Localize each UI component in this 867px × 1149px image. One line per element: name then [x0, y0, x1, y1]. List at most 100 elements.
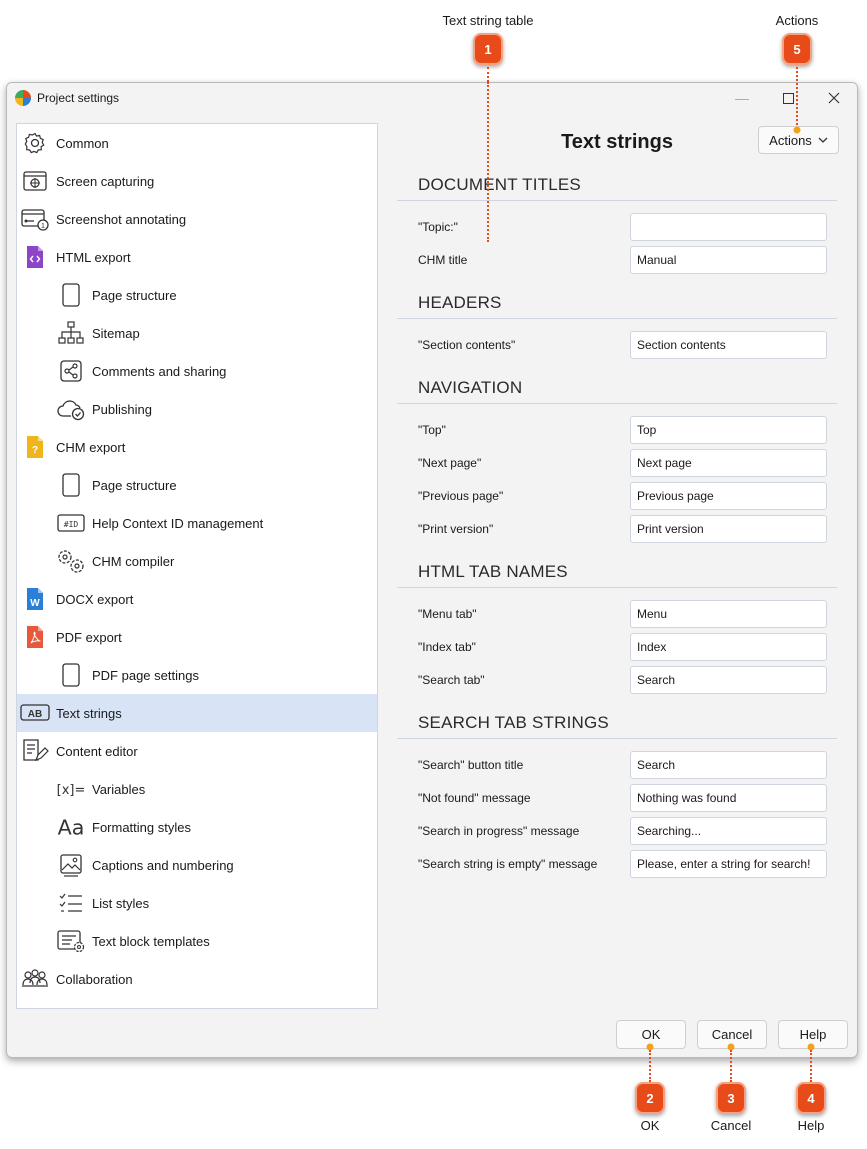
image-icon: [56, 850, 86, 880]
sidebar-item-captions-numbering[interactable]: Captions and numbering: [17, 846, 377, 884]
sidebar-item-chm-export[interactable]: ? CHM export: [17, 428, 377, 466]
docx-file-icon: W: [20, 584, 50, 614]
chm-file-icon: ?: [20, 432, 50, 462]
callout-line-1-overlay: [487, 82, 489, 242]
callout-marker-4: 4: [796, 1082, 826, 1114]
callout-label-help: Help: [797, 1118, 825, 1133]
project-settings-window: Project settings — Common Screen capturi…: [6, 82, 858, 1058]
page-icon: [56, 470, 86, 500]
svg-text:[x]=: [x]=: [57, 783, 86, 798]
chevron-down-icon: [818, 137, 828, 143]
people-icon: [20, 964, 50, 994]
text-strings-panel: Text strings Actions DOCUMENT TITLES "To…: [397, 123, 849, 1009]
page-icon: [56, 280, 86, 310]
string-value-input[interactable]: Search: [630, 751, 827, 779]
callout-line-3: [730, 1050, 732, 1082]
sidebar-item-content-editor[interactable]: Content editor: [17, 732, 377, 770]
sidebar-item-comments-sharing[interactable]: Comments and sharing: [17, 352, 377, 390]
callout-dot-5: [793, 126, 801, 134]
sidebar-item-label: Content editor: [56, 743, 138, 759]
callout-marker-5: 5: [782, 33, 812, 65]
string-label: "Menu tab": [418, 607, 477, 621]
sidebar-item-variables[interactable]: [x]= Variables: [17, 770, 377, 808]
font-icon: Aa: [56, 812, 86, 842]
sidebar-item-label: Sitemap: [92, 325, 140, 341]
string-label: "Next page": [418, 456, 482, 470]
string-value-input[interactable]: Previous page: [630, 482, 827, 510]
callout-marker-1: 1: [473, 33, 503, 65]
section-html-tab-names: HTML TAB NAMES: [397, 560, 837, 588]
string-value-input[interactable]: Next page: [630, 449, 827, 477]
sidebar-item-pdf-export[interactable]: PDF export: [17, 618, 377, 656]
sidebar-item-chm-page-structure[interactable]: Page structure: [17, 466, 377, 504]
callout-line-4: [810, 1050, 812, 1082]
sidebar-item-label: Comments and sharing: [92, 363, 227, 379]
text-string-row: "Menu tab" Menu: [397, 600, 837, 628]
sidebar-item-html-export[interactable]: HTML export: [17, 238, 377, 276]
text-string-row: "Search" button title Search: [397, 751, 837, 779]
page-icon: [56, 660, 86, 690]
string-value-input[interactable]: Index: [630, 633, 827, 661]
screenshot-stage: Text string table 1 Actions 5 Project se…: [0, 0, 867, 1149]
sidebar-item-label: Common: [56, 135, 109, 151]
string-label: "Section contents": [418, 338, 516, 352]
sidebar-item-docx-export[interactable]: W DOCX export: [17, 580, 377, 618]
sidebar-item-list-styles[interactable]: List styles: [17, 884, 377, 922]
string-value-input[interactable]: Manual: [630, 246, 827, 274]
sidebar-item-common[interactable]: Common: [17, 124, 377, 162]
sidebar-item-label: Text block templates: [92, 933, 210, 949]
screen-capture-icon: [20, 166, 50, 196]
sidebar-item-help-context-id[interactable]: #ID Help Context ID management: [17, 504, 377, 542]
svg-text:?: ?: [32, 445, 38, 456]
sidebar-item-text-strings[interactable]: AB Text strings: [17, 694, 377, 732]
section-search-tab-strings: SEARCH TAB STRINGS: [397, 711, 837, 739]
sidebar-item-screen-capturing[interactable]: Screen capturing: [17, 162, 377, 200]
sidebar-item-label: CHM compiler: [92, 553, 175, 569]
section-document-titles: DOCUMENT TITLES: [397, 173, 837, 201]
sidebar-item-label: Captions and numbering: [92, 857, 234, 873]
svg-text:1: 1: [41, 223, 45, 230]
sidebar-item-chm-compiler[interactable]: CHM compiler: [17, 542, 377, 580]
close-button[interactable]: [811, 83, 857, 113]
string-value-input[interactable]: Search: [630, 666, 827, 694]
html-file-icon: [20, 242, 50, 272]
close-icon: [828, 92, 840, 104]
sidebar-item-label: Page structure: [92, 287, 177, 303]
string-value-input[interactable]: Section contents: [630, 331, 827, 359]
sidebar-item-pdf-page-settings[interactable]: PDF page settings: [17, 656, 377, 694]
window-title: Project settings: [37, 91, 120, 105]
string-value-input[interactable]: Please, enter a string for search!: [630, 850, 827, 878]
sidebar-item-screenshot-annotating[interactable]: 1 Screenshot annotating: [17, 200, 377, 238]
sidebar-item-sitemap[interactable]: Sitemap: [17, 314, 377, 352]
template-icon: [56, 926, 86, 956]
sidebar-item-label: PDF page settings: [92, 667, 199, 683]
maximize-button[interactable]: [765, 83, 811, 113]
variables-icon: [x]=: [56, 774, 86, 804]
section-title: HEADERS: [418, 293, 502, 312]
settings-sidebar: Common Screen capturing 1 Screenshot ann…: [16, 123, 378, 1009]
sidebar-item-publishing[interactable]: Publishing: [17, 390, 377, 428]
sidebar-item-label: HTML export: [56, 249, 131, 265]
string-value-input[interactable]: [630, 213, 827, 241]
sidebar-item-text-block-templates[interactable]: Text block templates: [17, 922, 377, 960]
gear-icon: [20, 128, 50, 158]
sidebar-item-label: DOCX export: [56, 591, 134, 607]
string-value-input[interactable]: Nothing was found: [630, 784, 827, 812]
minimize-button[interactable]: —: [719, 83, 765, 113]
text-string-row: "Search string is empty" message Please,…: [397, 850, 837, 878]
svg-text:#ID: #ID: [64, 520, 79, 529]
string-value-input[interactable]: Menu: [630, 600, 827, 628]
text-string-row: CHM title Manual: [397, 246, 837, 274]
string-label: "Top": [418, 423, 446, 437]
ab-icon: AB: [20, 698, 50, 728]
sidebar-item-formatting-styles[interactable]: Aa Formatting styles: [17, 808, 377, 846]
callout-line-5: [796, 67, 798, 129]
cloud-check-icon: [56, 394, 86, 424]
sidebar-item-collaboration[interactable]: Collaboration: [17, 960, 377, 998]
string-label: "Print version": [418, 522, 494, 536]
sidebar-item-html-page-structure[interactable]: Page structure: [17, 276, 377, 314]
string-value-input[interactable]: Print version: [630, 515, 827, 543]
string-value-input[interactable]: Searching...: [630, 817, 827, 845]
text-string-row: "Top" Top: [397, 416, 837, 444]
string-value-input[interactable]: Top: [630, 416, 827, 444]
